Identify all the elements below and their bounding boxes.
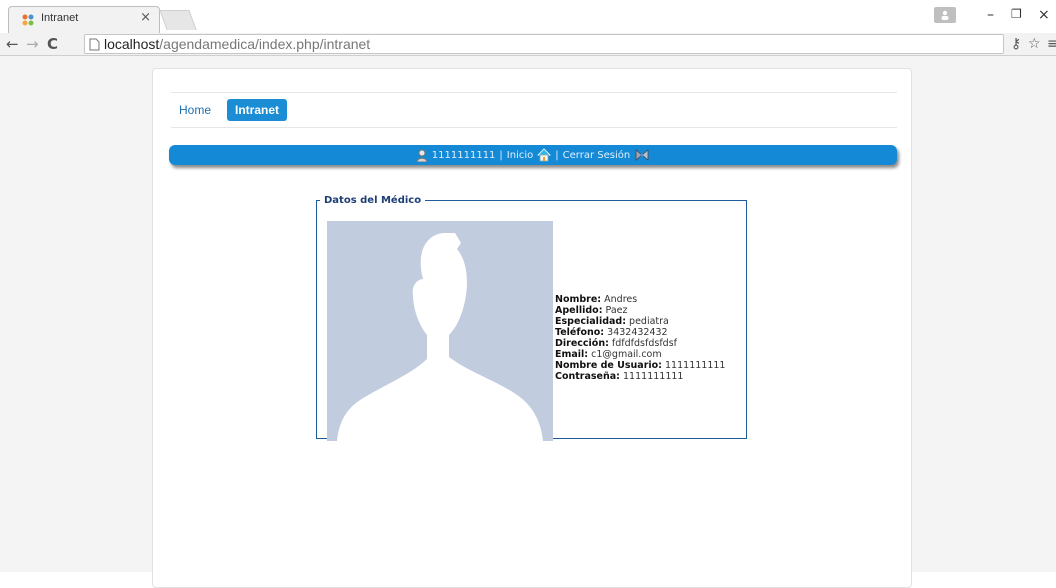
person-icon (941, 10, 949, 20)
info-row-nombre: Nombre: Andres (555, 294, 638, 305)
page-icon (89, 38, 100, 51)
nav-intranet[interactable]: Intranet (227, 99, 288, 121)
star-icon[interactable]: ☆ (1028, 36, 1041, 52)
info-row-direccion: Dirección: fdfdfdsfdsfdsf (555, 338, 677, 349)
restore-button[interactable]: ❐ (1011, 7, 1022, 21)
browser-tab[interactable]: Intranet × (8, 6, 160, 33)
user-bar: 1111111111 | Inicio | Cerrar Sesión (169, 145, 897, 165)
user-icon (416, 149, 428, 162)
info-row-contrasena: Contraseña: 1111111111 (555, 371, 684, 382)
menu-icon[interactable]: ≡ (1047, 36, 1056, 52)
minimize-button[interactable]: – (987, 7, 994, 23)
separator: | (555, 149, 559, 161)
tab-title: Intranet (41, 12, 79, 24)
browser-toolbar: ← → C localhost/agendamedica/index.php/i… (0, 33, 1056, 56)
logout-link[interactable]: Cerrar Sesión (563, 150, 631, 161)
doctor-photo (327, 221, 553, 441)
new-tab-button[interactable] (159, 10, 197, 30)
close-window-button[interactable]: × (1038, 7, 1050, 23)
nav-home[interactable]: Home (171, 99, 219, 121)
username-label: 1111111111 (431, 149, 496, 161)
info-row-telefono: Teléfono: 3432432432 (555, 327, 668, 338)
doctor-data-fieldset: Datos del Médico Nombre: Andres Apellido… (316, 195, 747, 441)
info-row-email: Email: c1@gmail.com (555, 349, 662, 360)
page-viewport: Home Intranet 1111111111 | Inicio | Cerr… (0, 56, 1056, 588)
inicio-link[interactable]: Inicio (507, 150, 533, 161)
content-container: Home Intranet 1111111111 | Inicio | Cerr… (152, 68, 912, 588)
logout-icon[interactable] (634, 148, 650, 162)
address-bar[interactable]: localhost/agendamedica/index.php/intrane… (84, 34, 1004, 54)
doctor-info: Nombre: Andres Apellido: Paez Especialid… (555, 294, 725, 382)
fieldset-legend: Datos del Médico (324, 195, 422, 206)
reload-icon[interactable]: C (47, 35, 58, 53)
info-row-apellido: Apellido: Paez (555, 305, 628, 316)
divider (171, 127, 897, 128)
back-arrow-icon[interactable]: ← (6, 35, 19, 53)
info-row-usuario: Nombre de Usuario: 1111111111 (555, 360, 726, 371)
home-icon[interactable] (537, 148, 552, 162)
profile-button[interactable] (934, 7, 956, 23)
avatar-silhouette-icon (337, 233, 543, 441)
separator: | (499, 149, 503, 161)
main-nav: Home Intranet (171, 99, 288, 121)
joomla-favicon-icon (22, 14, 34, 26)
forward-arrow-icon[interactable]: → (26, 35, 39, 53)
info-row-especialidad: Especialidad: pediatra (555, 316, 669, 327)
key-icon[interactable]: ⚷ (1011, 36, 1021, 52)
divider (171, 92, 897, 93)
tab-close-icon[interactable]: × (140, 10, 151, 25)
browser-tabstrip: Intranet × – ❐ × (0, 0, 1056, 33)
url-text[interactable]: localhost/agendamedica/index.php/intrane… (104, 36, 370, 52)
